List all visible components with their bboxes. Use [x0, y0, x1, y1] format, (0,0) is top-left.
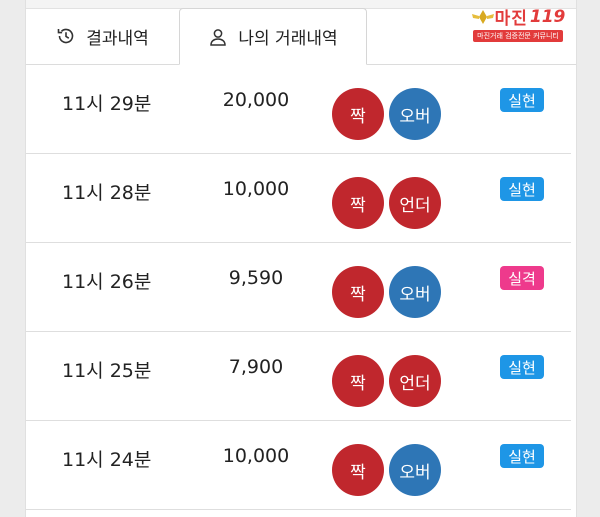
result-badge: 실현 — [500, 177, 544, 201]
pick-over-under-chip: 언더 — [389, 355, 441, 407]
transaction-row: 11시 26분 9,590 짝 오버 실격 — [26, 243, 571, 332]
logo-name: 마진 — [494, 9, 528, 29]
row-time: 11시 24분 — [62, 449, 152, 471]
pick-odd-even-chip: 짝 — [332, 355, 384, 407]
row-amount: 10,000 — [222, 445, 290, 467]
row-time: 11시 28분 — [62, 182, 152, 204]
result-badge: 실격 — [500, 266, 544, 290]
site-logo: 마진 119 마진거래 검증전문 커뮤니티 — [462, 4, 574, 42]
pick-odd-even-chip: 짝 — [332, 177, 384, 229]
tab-my-transactions[interactable]: 나의 거래내역 — [179, 8, 367, 65]
tab-results-label: 결과내역 — [86, 28, 149, 49]
pick-over-under-chip: 오버 — [389, 444, 441, 496]
tab-results[interactable]: 결과내역 — [26, 8, 179, 64]
transaction-row: 11시 28분 10,000 짝 언더 실현 — [26, 154, 571, 243]
history-icon — [56, 26, 76, 46]
pick-odd-even-chip: 짝 — [332, 88, 384, 140]
pick-over-under-chip: 오버 — [389, 266, 441, 318]
transaction-row: 11시 29분 20,000 짝 오버 실현 — [26, 65, 571, 154]
tab-my-transactions-label: 나의 거래내역 — [238, 29, 338, 49]
result-badge: 실현 — [500, 444, 544, 468]
row-time: 11시 29분 — [62, 93, 152, 115]
transaction-row: 11시 25분 7,900 짝 언더 실현 — [26, 332, 571, 421]
pick-odd-even-chip: 짝 — [332, 266, 384, 318]
pick-over-under-chip: 언더 — [389, 177, 441, 229]
row-amount: 10,000 — [222, 178, 290, 200]
result-badge: 실현 — [500, 88, 544, 112]
logo-tagline: 마진거래 검증전문 커뮤니티 — [473, 30, 563, 42]
logo-number: 119 — [529, 6, 566, 27]
row-amount: 7,900 — [228, 356, 284, 378]
result-badge: 실현 — [500, 355, 544, 379]
row-time: 11시 25분 — [62, 360, 152, 382]
pick-odd-even-chip: 짝 — [332, 444, 384, 496]
row-amount: 9,590 — [228, 267, 284, 289]
row-amount: 20,000 — [222, 89, 290, 111]
user-icon — [208, 27, 228, 47]
transaction-list: 11시 29분 20,000 짝 오버 실현 11시 28분 10,000 짝 언더 실현 11시 … — [26, 65, 571, 510]
transaction-row: 11시 24분 10,000 짝 오버 실현 — [26, 421, 571, 510]
history-panel: 결과내역 나의 거래내역 11시 29분 20,000 짝 오버 실현 11시 28분 10… — [25, 0, 577, 517]
pick-over-under-chip: 오버 — [389, 88, 441, 140]
wing-badge-icon — [471, 9, 494, 24]
row-time: 11시 26분 — [62, 271, 152, 293]
